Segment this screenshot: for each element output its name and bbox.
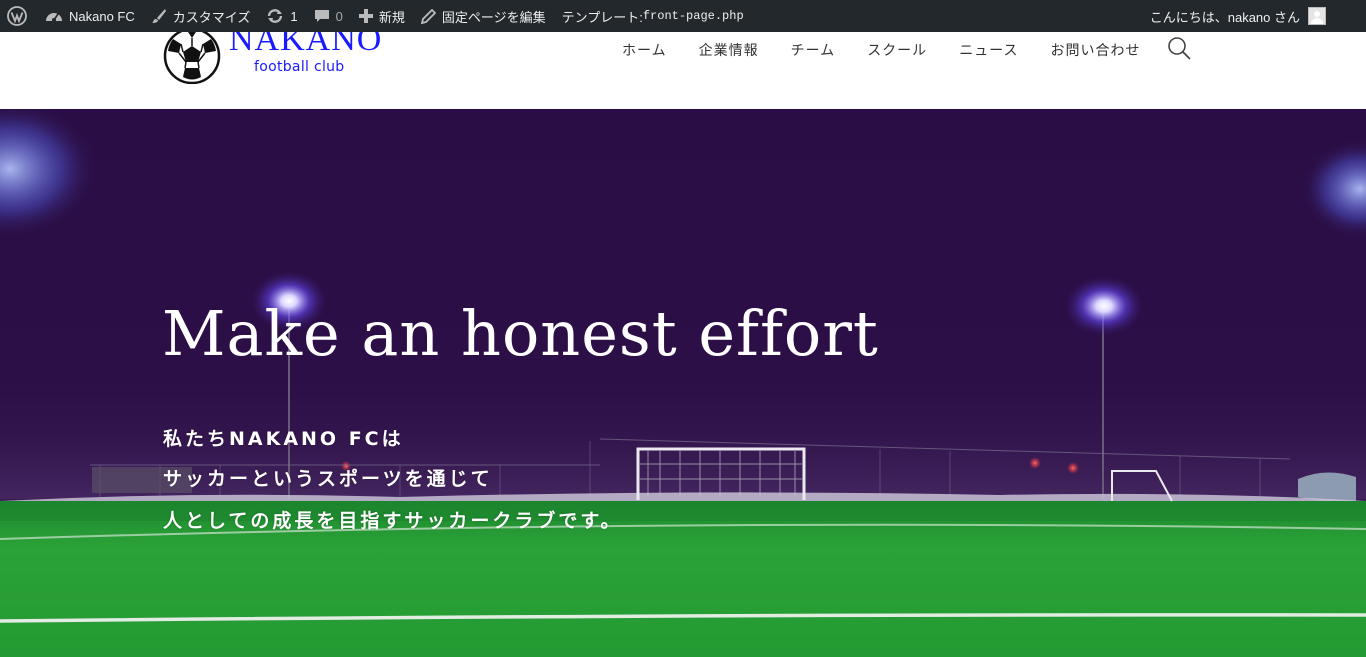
site-name-label: Nakano FC [69,8,135,24]
customize-label: カスタマイズ [172,9,251,25]
edit-page-link[interactable]: 固定ページを編集 [413,0,554,32]
nav-item-team[interactable]: チーム [775,40,852,60]
search-icon [1167,36,1191,64]
nav-item-contact[interactable]: お問い合わせ [1035,40,1157,60]
main-nav: ホーム 企業情報 チーム スクール ニュース お問い合わせ [606,32,1191,68]
site-logo[interactable]: NAKANO football club [162,32,402,84]
new-content-link[interactable]: 新規 [351,0,413,32]
updates-count: 1 [290,8,298,24]
pencil-icon [420,8,436,24]
admin-bar: Nakano FC カスタマイズ 1 0 新規 固定ページを編集 テンプレート:… [0,0,1366,32]
soccer-ball-icon [163,32,221,84]
comment-icon [314,8,330,24]
template-file: front-page.php [642,9,744,23]
new-label: 新規 [378,9,405,25]
nav-item-news[interactable]: ニュース [943,40,1034,60]
wordpress-menu[interactable] [0,0,37,32]
updates-link[interactable]: 1 [258,0,305,32]
logo-subtitle: football club [254,59,345,75]
hero-text-line-3: 人としての成長を目指すサッカークラブです。 [163,510,623,532]
my-account-link[interactable]: こんにちは、nakano さん [1142,0,1366,32]
edit-page-label: 固定ページを編集 [441,9,546,25]
hero-title: Make an honest effort [162,297,879,370]
template-info: テンプレート: front-page.php [554,0,752,32]
stadium-background-image [0,109,1366,657]
comments-link[interactable]: 0 [306,0,351,32]
dashboard-icon [45,8,63,24]
logo-name: NAKANO [229,32,383,58]
avatar [1308,7,1326,25]
search-button[interactable] [1167,36,1191,64]
nav-item-school[interactable]: スクール [851,40,943,60]
hero-section: Make an honest effort 私たちNAKANO FCは サッカー… [0,109,1366,657]
hero-text-line-2: サッカーというスポーツを通じて [163,468,493,490]
customize-link[interactable]: カスタマイズ [143,0,259,32]
greeting-label: こんにちは、nakano さん [1149,9,1300,25]
hero-text-line-1: 私たちNAKANO FCは [163,428,404,450]
nav-item-company[interactable]: 企業情報 [683,40,775,60]
paintbrush-icon [151,8,167,24]
wordpress-icon [7,6,27,26]
update-icon [266,8,284,24]
comments-count: 0 [335,8,343,24]
site-name-link[interactable]: Nakano FC [37,0,143,32]
nav-item-home[interactable]: ホーム [606,40,683,60]
plus-icon [358,9,373,23]
site-header: NAKANO football club ホーム 企業情報 チーム スクール ニ… [0,32,1366,109]
template-label: テンプレート: [561,9,643,25]
